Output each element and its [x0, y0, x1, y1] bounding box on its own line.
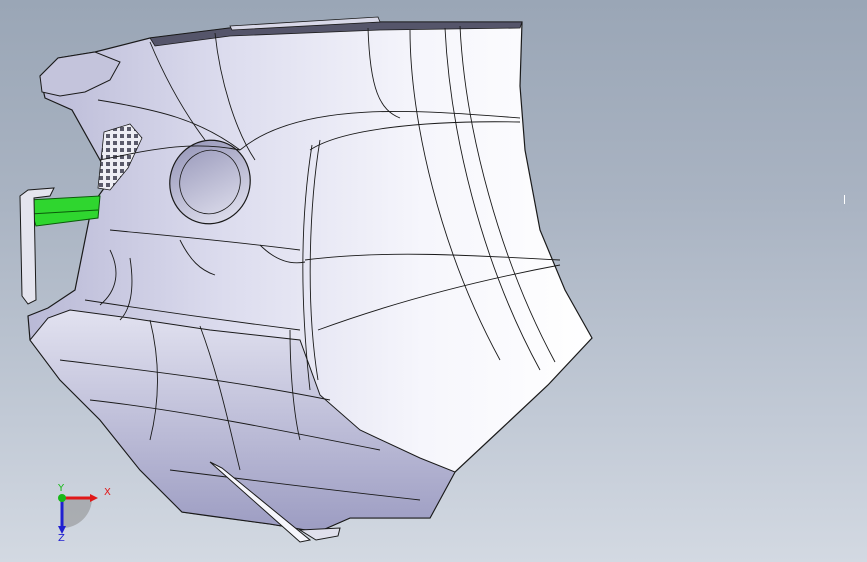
axis-triad-icon: [58, 494, 98, 534]
y-axis-dot: [58, 494, 66, 502]
y-axis-label: Y: [58, 483, 65, 494]
graphics-viewport[interactable]: X Y Z: [0, 0, 867, 562]
x-axis-label: X: [104, 487, 111, 498]
viewport-cursor-mark: [844, 195, 845, 204]
bumper-model[interactable]: [0, 0, 867, 562]
z-axis-label: Z: [58, 533, 65, 544]
